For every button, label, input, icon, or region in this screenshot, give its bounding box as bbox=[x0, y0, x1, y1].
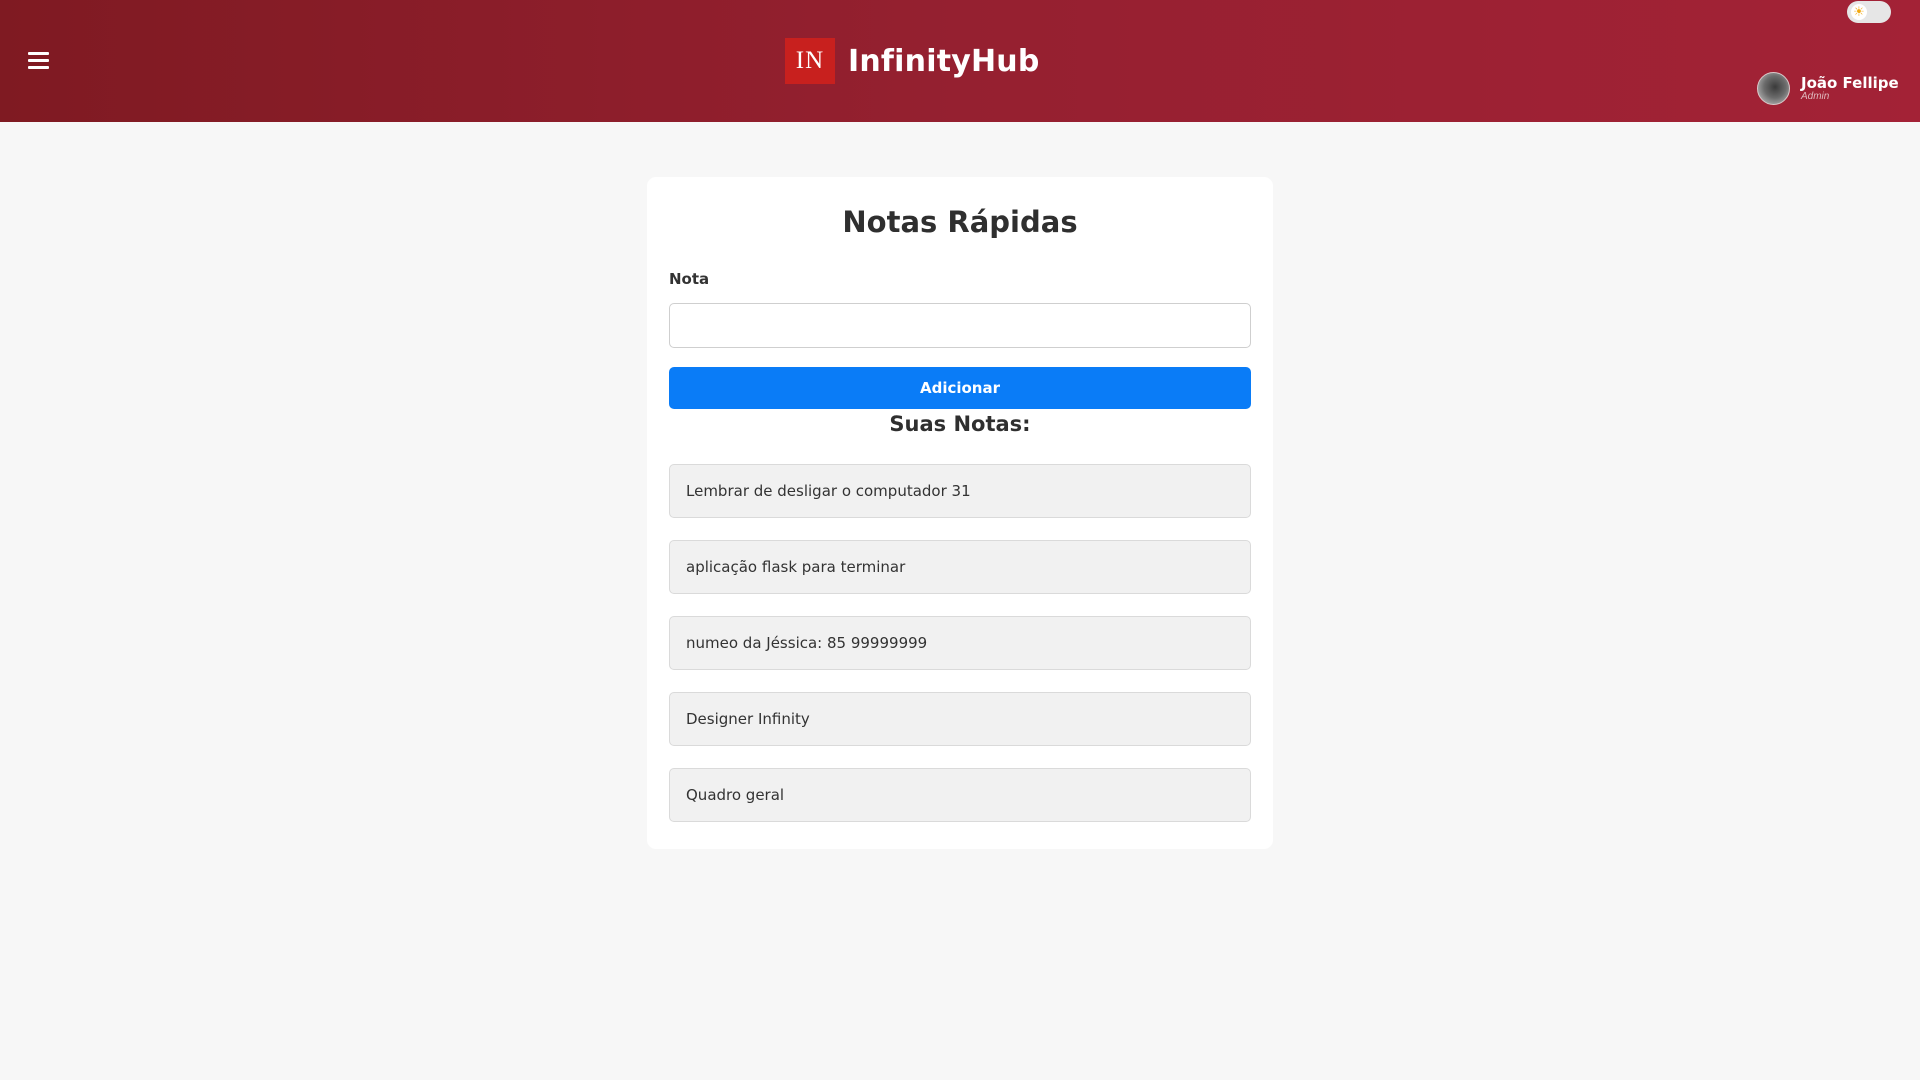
top-header: IN InfinityHub ☀ João Fellipe Admin bbox=[0, 0, 1920, 122]
user-info: João Fellipe Admin bbox=[1801, 73, 1899, 102]
avatar bbox=[1757, 72, 1790, 105]
list-item[interactable]: aplicação flask para terminar bbox=[669, 540, 1251, 594]
note-label: Nota bbox=[669, 270, 710, 288]
user-profile[interactable]: João Fellipe Admin bbox=[1757, 72, 1899, 105]
notes-card: Notas Rápidas Nota Adicionar Suas Notas:… bbox=[647, 177, 1273, 849]
menu-line bbox=[28, 66, 49, 69]
sun-icon: ☀ bbox=[1851, 4, 1867, 20]
page-title: Notas Rápidas bbox=[842, 205, 1078, 239]
hamburger-menu-icon[interactable] bbox=[26, 48, 52, 74]
list-item[interactable]: numeo da Jéssica: 85 99999999 bbox=[669, 616, 1251, 670]
menu-line bbox=[28, 59, 49, 62]
brand-name: InfinityHub bbox=[848, 43, 1040, 79]
notes-list: Lembrar de desligar o computador 31 apli… bbox=[669, 464, 1251, 844]
notes-list-title: Suas Notas: bbox=[889, 412, 1031, 436]
list-item[interactable]: Designer Infinity bbox=[669, 692, 1251, 746]
menu-line bbox=[28, 52, 49, 55]
theme-toggle[interactable]: ☀ bbox=[1847, 1, 1891, 23]
brand-logo: IN bbox=[785, 38, 835, 84]
user-name: João Fellipe bbox=[1801, 73, 1899, 92]
user-role: Admin bbox=[1801, 90, 1830, 102]
add-note-button[interactable]: Adicionar bbox=[669, 367, 1251, 409]
list-item[interactable]: Quadro geral bbox=[669, 768, 1251, 822]
brand[interactable]: IN InfinityHub bbox=[785, 38, 1040, 84]
list-item[interactable]: Lembrar de desligar o computador 31 bbox=[669, 464, 1251, 518]
note-input[interactable] bbox=[669, 303, 1251, 348]
